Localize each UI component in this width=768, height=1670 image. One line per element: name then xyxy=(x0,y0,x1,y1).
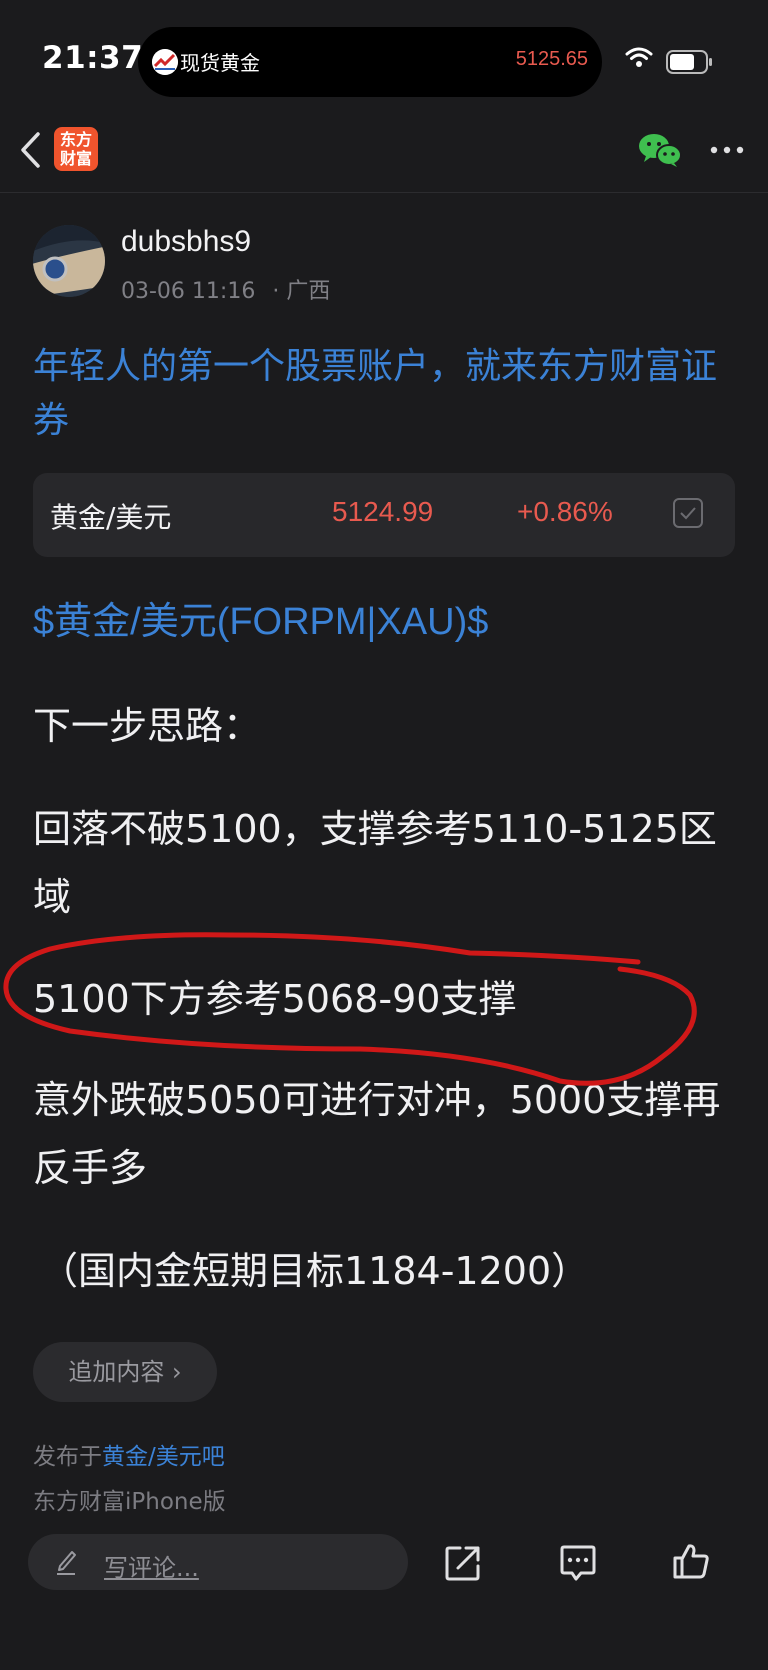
paragraph: （国内金短期目标1184-1200） xyxy=(40,1249,590,1293)
add-watchlist-checkbox-icon[interactable] xyxy=(673,498,703,528)
add-content-button[interactable]: 追加内容 › xyxy=(33,1342,217,1402)
paragraph: 回落不破5100，支撑参考5110-5125区域 xyxy=(33,807,717,919)
share-icon[interactable] xyxy=(444,1544,482,1586)
author-name[interactable]: dubsbhs9 xyxy=(121,225,251,259)
comment-placeholder: 写评论... xyxy=(104,1554,199,1582)
back-icon[interactable] xyxy=(18,130,42,174)
forum-link[interactable]: 黄金/美元吧 xyxy=(102,1444,225,1470)
eastmoney-logo: 东方 财富 xyxy=(54,127,98,171)
posted-in: 发布于黄金/美元吧 xyxy=(33,1444,225,1470)
comment-input[interactable]: 写评论... xyxy=(28,1534,408,1590)
dynamic-island-live-activity[interactable]: 现货黄金 5125.65 xyxy=(138,27,602,97)
live-activity-price: 5125.65 xyxy=(515,48,588,70)
live-activity-name: 现货黄金 xyxy=(180,51,260,75)
post-meta: 03-06 11:16 · 广西 xyxy=(121,273,330,305)
red-annotation-circle xyxy=(0,925,768,1099)
more-icon[interactable] xyxy=(710,140,744,159)
like-icon[interactable] xyxy=(672,1542,710,1584)
quote-name: 黄金/美元 xyxy=(50,501,172,534)
avatar[interactable] xyxy=(33,225,105,297)
paragraph: 下一步思路： xyxy=(33,704,262,748)
stock-tag-link[interactable]: $黄金/美元(FORPM|XAU)$ xyxy=(33,590,488,645)
comment-icon[interactable] xyxy=(559,1544,597,1586)
pencil-icon xyxy=(54,1548,78,1580)
promo-link[interactable]: 年轻人的第一个股票账户，就来东方财富证券 xyxy=(33,340,739,448)
quote-change: +0.86% xyxy=(517,496,613,527)
wifi-icon xyxy=(625,46,653,72)
nav-divider xyxy=(0,192,768,193)
post-date: 03-06 11:16 xyxy=(121,279,256,304)
battery-icon xyxy=(666,50,712,74)
status-time: 21:37 xyxy=(42,40,144,76)
quote-price: 5124.99 xyxy=(332,496,434,527)
gold-app-logo-icon xyxy=(152,49,178,75)
posting-device: 东方财富iPhone版 xyxy=(33,1489,226,1515)
quote-card[interactable]: 黄金/美元 5124.99 +0.86% xyxy=(33,473,735,557)
post-location: · 广西 xyxy=(272,279,331,304)
wechat-share-icon[interactable] xyxy=(638,132,682,172)
